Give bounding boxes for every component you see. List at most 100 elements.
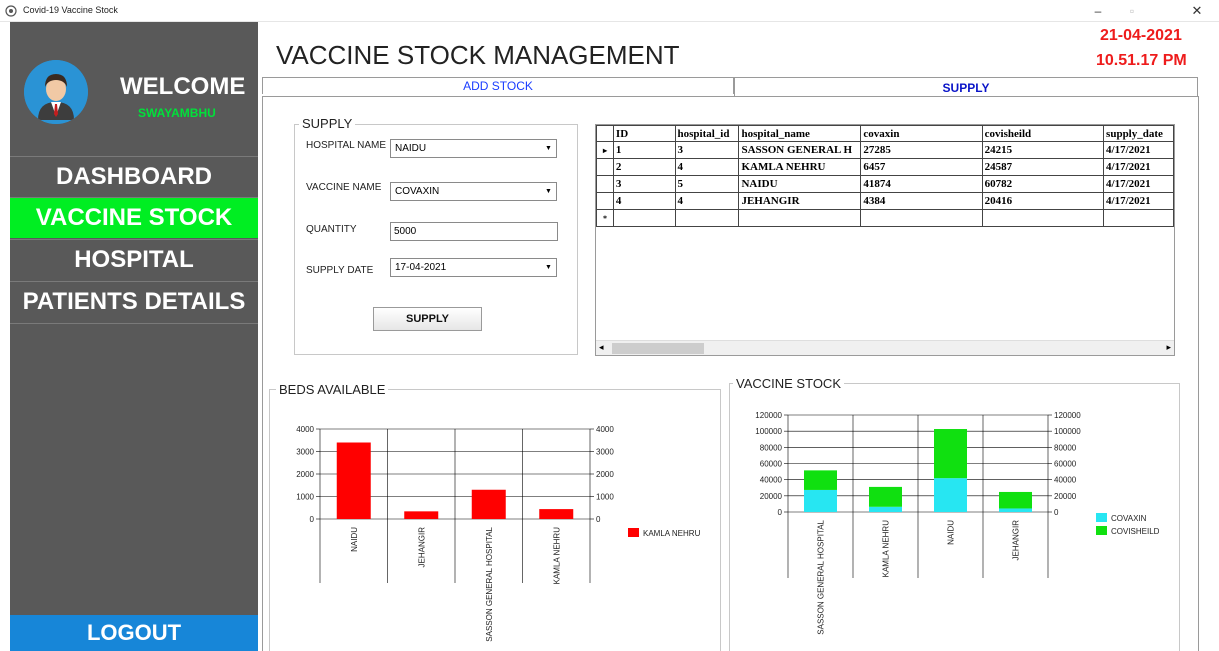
- chevron-down-icon[interactable]: ▼: [543, 142, 554, 155]
- table-cell[interactable]: 4/17/2021: [1103, 141, 1174, 159]
- vaccine-name-label: VACCINE NAME: [306, 182, 382, 193]
- tab-add-stock[interactable]: ADD STOCK: [262, 77, 734, 94]
- table-cell[interactable]: [981, 209, 1105, 227]
- column-header[interactable]: covaxin: [860, 125, 983, 142]
- table-cell[interactable]: 27285: [860, 141, 983, 159]
- table-cell[interactable]: 60782: [981, 175, 1105, 193]
- table-cell[interactable]: NAIDU: [738, 175, 862, 193]
- column-header[interactable]: supply_date: [1103, 125, 1174, 142]
- nav-patients-details[interactable]: PATIENTS DETAILS: [10, 281, 258, 324]
- bar: [336, 442, 371, 519]
- scroll-right-icon[interactable]: ▸: [1166, 342, 1171, 353]
- logout-button[interactable]: LOGOUT: [10, 615, 258, 651]
- table-row[interactable]: 4 4 JEHANGIR 4384 20416 4/17/2021: [596, 192, 1174, 210]
- bar: [999, 508, 1032, 512]
- current-row-icon[interactable]: ▸: [596, 141, 614, 159]
- table-cell[interactable]: 1: [612, 141, 676, 159]
- supply-data-grid[interactable]: ID hospital_id hospital_name covaxin cov…: [595, 124, 1175, 356]
- table-cell[interactable]: 4/17/2021: [1103, 192, 1174, 210]
- clock-date: 21-04-2021: [1100, 27, 1182, 44]
- bar: [804, 470, 837, 490]
- table-cell[interactable]: 41874: [860, 175, 983, 193]
- table-row[interactable]: ▸ 1 3 SASSON GENERAL H 27285 24215 4/17/…: [596, 141, 1174, 159]
- new-row-icon[interactable]: *: [596, 209, 614, 227]
- table-cell[interactable]: 4: [612, 192, 676, 210]
- supply-button[interactable]: SUPPLY: [373, 307, 482, 331]
- table-cell[interactable]: SASSON GENERAL H: [738, 141, 862, 159]
- table-cell[interactable]: 4: [674, 192, 740, 210]
- column-header[interactable]: ID: [612, 125, 676, 142]
- table-cell[interactable]: 6457: [860, 158, 983, 176]
- sidebar: WELCOME SWAYAMBHU DASHBOARD VACCINE STOC…: [10, 22, 258, 651]
- table-cell[interactable]: 24587: [981, 158, 1105, 176]
- close-icon[interactable]: ✕: [1180, 0, 1214, 22]
- chevron-down-icon[interactable]: ▼: [543, 185, 554, 198]
- table-cell[interactable]: [860, 209, 983, 227]
- legend-label: COVISHEILD: [1111, 527, 1160, 536]
- maximize-icon[interactable]: ▫: [1115, 0, 1149, 22]
- bar: [539, 509, 574, 519]
- minimize-icon[interactable]: –: [1081, 0, 1115, 22]
- column-header[interactable]: covisheild: [981, 125, 1105, 142]
- y-tick-label: 20000: [760, 492, 783, 501]
- table-cell[interactable]: 20416: [981, 192, 1105, 210]
- table-cell[interactable]: 5: [674, 175, 740, 193]
- row-header[interactable]: [596, 192, 614, 210]
- x-tick-label: NAIDU: [947, 520, 956, 545]
- new-table-row[interactable]: *: [596, 209, 1174, 227]
- window-titlebar: Covid-19 Vaccine Stock – ▫ ✕: [0, 0, 1219, 22]
- quantity-label: QUANTITY: [306, 224, 357, 235]
- table-cell[interactable]: 24215: [981, 141, 1105, 159]
- hospital-name-select[interactable]: NAIDU ▼: [390, 139, 557, 158]
- table-cell[interactable]: 4/17/2021: [1103, 158, 1174, 176]
- clock-time: 10.51.17 PM: [1096, 52, 1187, 69]
- y-tick-label: 60000: [1054, 460, 1077, 469]
- bar: [999, 491, 1032, 509]
- beds-chart: 0 0 1000 1000 2000 2000 3000 3000 4000 4000 NAIDU J…: [296, 425, 701, 642]
- nav-hospital[interactable]: HOSPITAL: [10, 239, 258, 280]
- table-cell[interactable]: JEHANGIR: [738, 192, 862, 210]
- row-header[interactable]: [596, 175, 614, 193]
- table-cell[interactable]: 2: [612, 158, 676, 176]
- table-row[interactable]: 2 4 KAMLA NEHRU 6457 24587 4/17/2021: [596, 158, 1174, 176]
- table-cell[interactable]: 4384: [860, 192, 983, 210]
- horizontal-scrollbar[interactable]: ◂ ▸: [596, 340, 1174, 355]
- y-tick-label: 80000: [760, 443, 783, 452]
- tab-supply[interactable]: SUPPLY: [734, 77, 1198, 97]
- y-tick-label: 2000: [596, 470, 614, 479]
- table-cell[interactable]: 3: [674, 141, 740, 159]
- welcome-heading: WELCOME: [120, 73, 246, 100]
- vaccine-chart-title: VACCINE STOCK: [733, 376, 844, 391]
- legend-label: KAMLA NEHRU: [643, 529, 701, 538]
- chevron-down-icon[interactable]: ▼: [543, 261, 554, 274]
- y-tick-label: 0: [1054, 508, 1059, 517]
- table-cell[interactable]: KAMLA NEHRU: [738, 158, 862, 176]
- table-cell[interactable]: [738, 209, 862, 227]
- nav-vaccine-stock[interactable]: VACCINE STOCK: [10, 197, 258, 238]
- column-header[interactable]: hospital_id: [674, 125, 740, 142]
- table-cell[interactable]: 4: [674, 158, 740, 176]
- table-cell[interactable]: [674, 209, 740, 227]
- y-tick-label: 100000: [755, 427, 782, 436]
- table-cell[interactable]: [612, 209, 676, 227]
- nav-dashboard[interactable]: DASHBOARD: [10, 156, 258, 197]
- supply-table: ID hospital_id hospital_name covaxin cov…: [596, 125, 1174, 227]
- bar: [471, 489, 506, 519]
- column-header[interactable]: hospital_name: [738, 125, 862, 142]
- supply-date-picker[interactable]: 17-04-2021 ▼: [390, 258, 557, 277]
- table-cell[interactable]: 4/17/2021: [1103, 175, 1174, 193]
- row-header[interactable]: [596, 158, 614, 176]
- bar: [404, 511, 439, 519]
- table-cell[interactable]: 3: [612, 175, 676, 193]
- table-cell[interactable]: [1103, 209, 1174, 227]
- row-header-corner: [596, 125, 614, 142]
- vaccine-name-select[interactable]: COVAXIN ▼: [390, 182, 557, 201]
- scrollbar-thumb[interactable]: [612, 343, 704, 354]
- table-row[interactable]: 3 5 NAIDU 41874 60782 4/17/2021: [596, 175, 1174, 193]
- scroll-left-icon[interactable]: ◂: [599, 342, 604, 353]
- quantity-input[interactable]: 5000: [390, 222, 558, 241]
- y-tick-label: 120000: [755, 411, 782, 420]
- y-tick-label: 80000: [1054, 443, 1077, 452]
- y-tick-label: 0: [778, 508, 783, 517]
- window-title: Covid-19 Vaccine Stock: [23, 5, 118, 15]
